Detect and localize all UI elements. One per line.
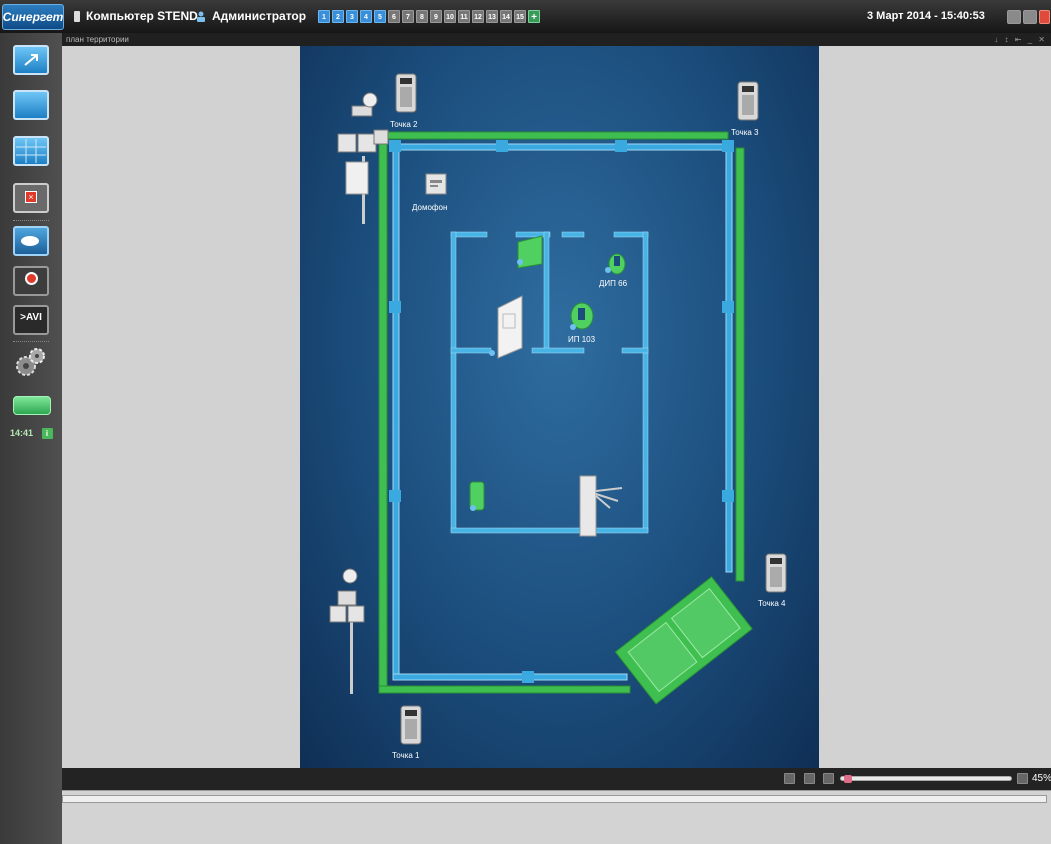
- map-viewport: Точка 2 Точка 3 Точка 4 Точка 1 Домофон …: [62, 46, 1051, 768]
- monitor-layout-1-icon[interactable]: [13, 45, 49, 75]
- map-panel-header: план территории ↓ ↕ ⇤ _ ✕: [62, 33, 1051, 46]
- point-3-label: Точка 3: [731, 128, 759, 137]
- computer-icon: [74, 10, 80, 22]
- intercom-label: Домофон: [412, 203, 448, 212]
- sidebar: × >AVI 14:41 i: [0, 33, 62, 844]
- user-name: Администратор: [212, 9, 307, 23]
- top-bar: Синергет Компьютер STEND Администратор 1…: [0, 0, 1051, 33]
- dip-detector-icon[interactable]: [605, 253, 626, 275]
- point-1-label: Точка 1: [392, 751, 420, 760]
- previous-icon[interactable]: [784, 773, 795, 784]
- territory-map[interactable]: Точка 2 Точка 3 Точка 4 Точка 1 Домофон …: [300, 46, 819, 768]
- computer-selector[interactable]: Компьютер STEND: [74, 9, 198, 23]
- timeline-slider[interactable]: [840, 775, 1012, 783]
- app-window: Синергет Компьютер STEND Администратор 1…: [0, 0, 1051, 844]
- page-tab-2[interactable]: 2: [332, 10, 344, 23]
- settings-gears-icon[interactable]: [13, 346, 49, 376]
- user-selector[interactable]: Администратор: [196, 9, 306, 23]
- ip-detector-label: ИП 103: [568, 335, 596, 344]
- next-icon[interactable]: [804, 773, 815, 784]
- access-point-2-icon[interactable]: [395, 73, 417, 113]
- vehicle-gate[interactable]: [614, 576, 753, 705]
- page-tab-3[interactable]: 3: [346, 10, 358, 23]
- point-4-label: Точка 4: [758, 599, 786, 608]
- close-button[interactable]: [1039, 10, 1050, 24]
- access-point-1-icon[interactable]: [400, 705, 422, 745]
- intercom-icon[interactable]: [425, 173, 447, 195]
- page-tab-15[interactable]: 15: [514, 10, 526, 23]
- access-point-3-icon[interactable]: [737, 81, 759, 121]
- add-page-button[interactable]: +: [528, 10, 540, 23]
- page-tab-6[interactable]: 6: [388, 10, 400, 23]
- map-plan-svg: [329, 73, 787, 745]
- computer-name: Компьютер STEND: [86, 9, 198, 23]
- clock-time: 14:41: [10, 428, 34, 438]
- turnstile-icon[interactable]: [579, 475, 623, 537]
- page-tab-10[interactable]: 10: [444, 10, 456, 23]
- status-ok-button[interactable]: [13, 396, 51, 415]
- page-tab-14[interactable]: 14: [500, 10, 512, 23]
- map-panel-controls[interactable]: ↓ ↕ ⇤ _ ✕: [994, 33, 1047, 46]
- bottom-panel: [62, 790, 1051, 844]
- door-icon[interactable]: [489, 295, 523, 359]
- page-tabs: 1 2 3 4 5 6 7 8 9 10 11 12 13 14 15 +: [318, 10, 540, 23]
- horizontal-scrollbar[interactable]: [62, 795, 1047, 803]
- map-view-icon[interactable]: [13, 226, 49, 256]
- timeline-slider-thumb[interactable]: [844, 775, 853, 783]
- monitor-off-icon[interactable]: ×: [13, 183, 49, 213]
- user-icon: [197, 11, 205, 22]
- playback-bar: 45%: [62, 768, 1051, 790]
- reader-device-icon[interactable]: [469, 481, 485, 511]
- maximize-button[interactable]: [1023, 10, 1037, 24]
- sidebar-separator: [13, 220, 49, 221]
- page-tab-5[interactable]: 5: [374, 10, 386, 23]
- page-tab-8[interactable]: 8: [416, 10, 428, 23]
- monitor-layout-grid-icon[interactable]: [13, 136, 49, 166]
- dip-detector-label: ДИП 66: [599, 279, 628, 288]
- stop-icon[interactable]: [823, 773, 834, 784]
- monitor-layout-2-icon[interactable]: [13, 90, 49, 120]
- datetime-display: 3 Март 2014 - 15:40:53: [867, 10, 985, 22]
- page-tab-1[interactable]: 1: [318, 10, 330, 23]
- reader-device-icon[interactable]: [517, 235, 543, 269]
- app-logo: Синергет: [2, 4, 64, 30]
- access-point-4-icon[interactable]: [765, 553, 787, 593]
- map-panel-title: план территории: [66, 35, 129, 44]
- page-tab-12[interactable]: 12: [472, 10, 484, 23]
- minimize-button[interactable]: [1007, 10, 1021, 24]
- point-2-label: Точка 2: [390, 120, 418, 129]
- record-playback-icon[interactable]: [13, 266, 49, 296]
- zoom-level: 45%: [1032, 773, 1051, 784]
- sidebar-separator: [13, 341, 49, 342]
- page-tab-9[interactable]: 9: [430, 10, 442, 23]
- sidebar-clock: 14:41 i: [10, 428, 53, 439]
- page-tab-4[interactable]: 4: [360, 10, 372, 23]
- avi-export-button[interactable]: >AVI: [13, 305, 49, 335]
- page-tab-7[interactable]: 7: [402, 10, 414, 23]
- page-tab-13[interactable]: 13: [486, 10, 498, 23]
- camera-pole-bottom-icon[interactable]: [329, 568, 365, 694]
- ip-detector-icon[interactable]: [570, 302, 594, 330]
- page-tab-11[interactable]: 11: [458, 10, 470, 23]
- info-icon[interactable]: i: [41, 428, 53, 439]
- zoom-button[interactable]: [1017, 773, 1028, 784]
